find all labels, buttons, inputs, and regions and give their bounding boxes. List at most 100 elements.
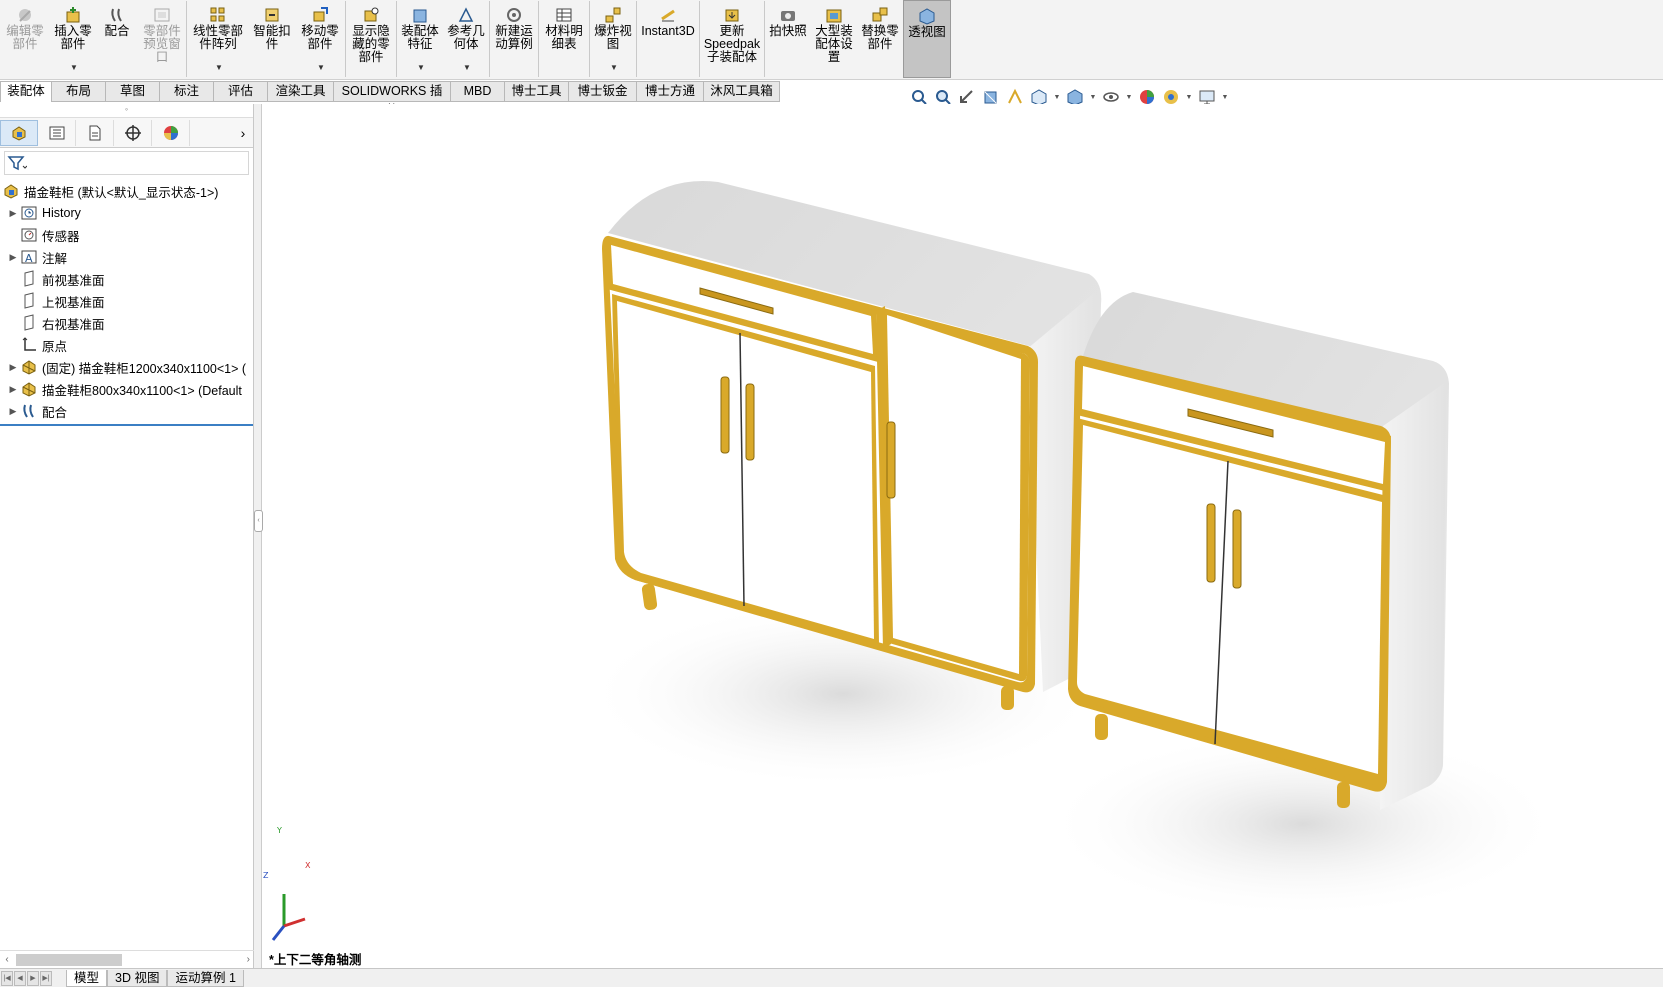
- tab-display-manager[interactable]: [152, 119, 190, 146]
- tree-item-cabinet-800[interactable]: ▶ 描金鞋柜800x340x1100<1> (Default: [0, 378, 253, 400]
- tab-evaluate[interactable]: 评估: [214, 81, 268, 102]
- tree-item-top-plane[interactable]: 上视基准面: [0, 290, 253, 312]
- chevron-down-icon[interactable]: ▼: [1124, 94, 1134, 101]
- update-speedpak-button[interactable]: 更新 Speedpak 子装配体: [700, 0, 764, 78]
- panel-splitter[interactable]: [254, 104, 262, 968]
- preview-window-icon: [153, 6, 171, 24]
- history-icon: [20, 204, 38, 222]
- show-hidden-components-button[interactable]: 显示隐 藏的零 部件: [346, 0, 396, 78]
- expand-arrow-icon[interactable]: ▶: [6, 384, 20, 395]
- tab-assembly[interactable]: 装配体: [0, 81, 52, 102]
- chevron-down-icon[interactable]: ▼: [610, 61, 618, 74]
- tab-mufeng-toolbox[interactable]: 沐风工具箱: [704, 81, 780, 102]
- subassembly-icon: [20, 380, 38, 398]
- chevron-right-icon[interactable]: ›: [233, 125, 253, 141]
- z-axis-arrow: [271, 925, 286, 941]
- new-motion-study-button[interactable]: 新建运 动算例: [490, 0, 538, 78]
- tab-mbd[interactable]: MBD: [451, 81, 505, 102]
- plane-icon: [20, 270, 38, 288]
- assembly-feature-icon: [411, 6, 429, 24]
- door-handle: [720, 376, 730, 454]
- next-tab-button[interactable]: ▶: [27, 970, 39, 986]
- tree-filter[interactable]: [4, 151, 249, 175]
- tab-boshi-tube[interactable]: 博士方通: [637, 81, 704, 102]
- last-tab-button[interactable]: ▶|: [40, 970, 52, 986]
- chevron-down-icon[interactable]: ▼: [215, 61, 223, 74]
- chevron-down-icon[interactable]: ▼: [1184, 94, 1194, 101]
- expand-arrow-icon[interactable]: ▶: [6, 208, 20, 219]
- expand-arrow-icon[interactable]: ▶: [6, 252, 20, 263]
- speedpak-icon: [723, 6, 741, 24]
- chevron-left-icon[interactable]: ‹: [0, 954, 14, 965]
- instant3d-button[interactable]: Instant3D: [637, 0, 699, 78]
- tab-feature-manager[interactable]: [0, 119, 38, 146]
- tree-item-origin[interactable]: 原点: [0, 334, 253, 356]
- tree-root-assembly[interactable]: 描金鞋柜 (默认<默认_显示状态-1>): [0, 180, 253, 202]
- expand-arrow-icon[interactable]: ▶: [6, 406, 20, 417]
- feature-tree: 描金鞋柜 (默认<默认_显示状态-1>) ▶ History 传感器 ▶ A 注…: [0, 178, 253, 426]
- chevron-down-icon[interactable]: ▼: [463, 61, 471, 74]
- cabinet-800-model[interactable]: [1068, 292, 1449, 810]
- tab-dimxpert-manager[interactable]: [114, 119, 152, 146]
- tab-boshi-sheetmetal[interactable]: 博士钣金: [569, 81, 637, 102]
- chevron-down-icon[interactable]: ▼: [317, 61, 325, 74]
- tab-model[interactable]: 模型: [66, 969, 108, 987]
- tab-boshi-tools[interactable]: 博士工具: [505, 81, 569, 102]
- graphics-area[interactable]: Y X Z: [263, 104, 1663, 968]
- move-component-button[interactable]: 移动零 部件 ▼: [295, 0, 345, 78]
- chevron-down-icon[interactable]: ▼: [1088, 94, 1098, 101]
- chevron-down-icon[interactable]: ▼: [1052, 94, 1062, 101]
- tab-property-manager[interactable]: [38, 119, 76, 146]
- chevron-right-icon[interactable]: ›: [247, 954, 250, 965]
- chevron-down-icon[interactable]: ▼: [70, 61, 78, 74]
- tree-item-label: 上视基准面: [42, 295, 105, 310]
- chevron-down-icon[interactable]: ▼: [417, 61, 425, 74]
- assembly-features-button[interactable]: 装配体 特征 ▼: [397, 0, 443, 78]
- tree-item-history[interactable]: ▶ History: [0, 202, 253, 224]
- tree-item-right-plane[interactable]: 右视基准面: [0, 312, 253, 334]
- tab-sketch[interactable]: 草图: [106, 81, 160, 102]
- tree-rollback-bar[interactable]: [0, 424, 253, 426]
- snapshot-button[interactable]: 拍快照: [765, 0, 811, 78]
- tab-motion-study-1[interactable]: 运动算例 1: [167, 969, 244, 987]
- panel-tabs: ›: [0, 118, 253, 148]
- replace-components-button[interactable]: 替换零 部件: [857, 0, 903, 78]
- panel-grip[interactable]: ◦: [0, 104, 253, 118]
- tab-render-tools[interactable]: 渲染工具: [268, 81, 334, 102]
- tree-item-annotations[interactable]: ▶ A 注解: [0, 246, 253, 268]
- door-handle: [886, 421, 896, 499]
- tab-3d-views[interactable]: 3D 视图: [107, 969, 168, 987]
- horizontal-scrollbar[interactable]: ‹ ›: [0, 950, 254, 968]
- insert-component-button[interactable]: 插入零 部件 ▼: [50, 0, 96, 78]
- tree-item-front-plane[interactable]: 前视基准面: [0, 268, 253, 290]
- transparent-view-button[interactable]: 透视图: [903, 0, 951, 78]
- chevron-down-icon[interactable]: ▼: [1220, 94, 1230, 101]
- reference-geometry-button[interactable]: 参考几 何体 ▼: [443, 0, 489, 78]
- previous-tab-button[interactable]: ◀: [14, 970, 26, 986]
- tab-markup[interactable]: 标注: [160, 81, 214, 102]
- move-component-icon: [311, 6, 329, 24]
- expand-arrow-icon[interactable]: ▶: [6, 362, 20, 373]
- linear-pattern-button[interactable]: 线性零部 件阵列 ▼: [187, 0, 249, 78]
- tab-configuration-manager[interactable]: [76, 119, 114, 146]
- tree-item-mates[interactable]: ▶ 配合: [0, 400, 253, 422]
- right-door: [887, 315, 1021, 674]
- door-handle: [1232, 509, 1242, 589]
- tab-solidworks-addins[interactable]: SOLIDWORKS 插件: [334, 81, 451, 117]
- tab-layout[interactable]: 布局: [52, 81, 106, 102]
- exploded-view-button[interactable]: 爆炸视 图 ▼: [590, 0, 636, 78]
- smart-fasteners-button[interactable]: 智能扣 件: [249, 0, 295, 78]
- large-assembly-settings-button[interactable]: 大型装 配体设 置: [811, 0, 857, 78]
- component-preview-button[interactable]: 零部件 预览窗 口: [138, 0, 186, 78]
- scrollbar-thumb[interactable]: [16, 954, 122, 966]
- cabinet-leg: [1001, 686, 1014, 710]
- mate-button[interactable]: 配合: [96, 0, 138, 78]
- bom-button[interactable]: 材料明 细表: [539, 0, 589, 78]
- edit-component-button[interactable]: 编辑零 部件: [0, 0, 50, 78]
- assembly-icon: [2, 182, 20, 200]
- tree-item-sensors[interactable]: 传感器: [0, 224, 253, 246]
- collapse-panel-handle[interactable]: ‹: [254, 510, 263, 532]
- first-tab-button[interactable]: |◀: [1, 970, 13, 986]
- tree-item-cabinet-1200[interactable]: ▶ (固定) 描金鞋柜1200x340x1100<1> (: [0, 356, 253, 378]
- display-manager-icon: [163, 125, 178, 140]
